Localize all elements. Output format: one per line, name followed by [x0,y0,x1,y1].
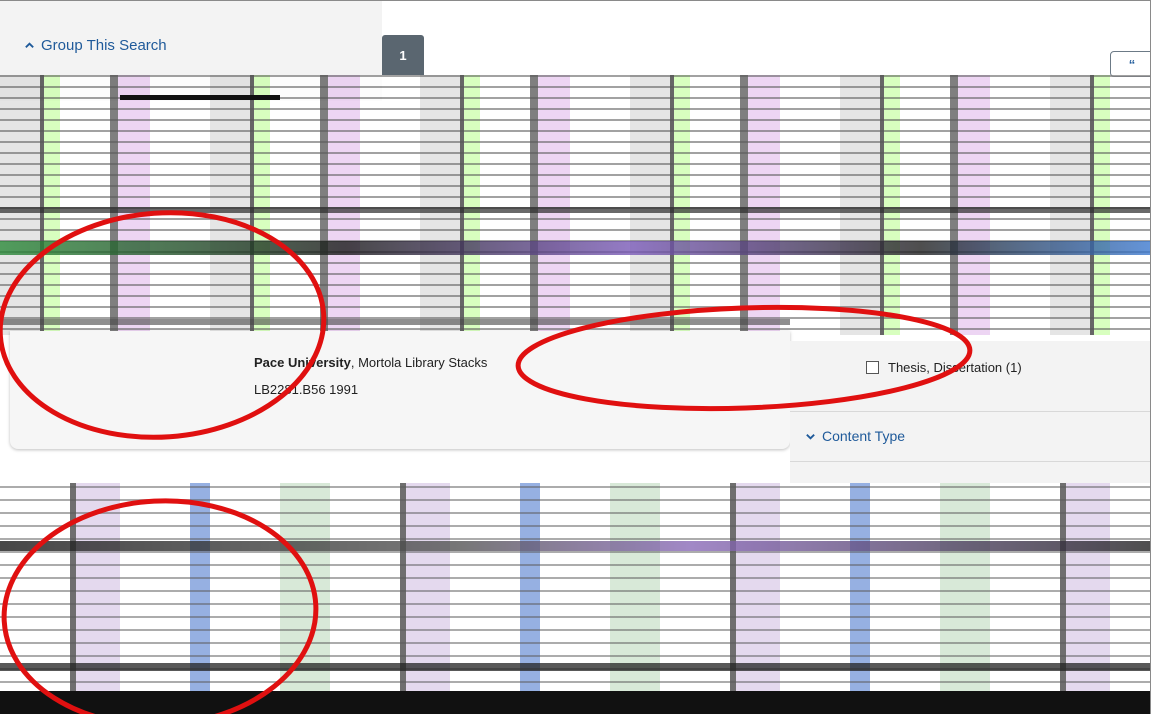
facet-divider [790,461,1150,462]
cite-button[interactable]: “ [1110,51,1150,77]
group-this-search-label: Group This Search [41,37,167,54]
glitch-stripe-4 [0,319,790,325]
search-results-screen: Group This Search 1 “ Pace University, M… [0,0,1151,714]
chevron-up-icon [25,42,34,48]
holding-card [10,331,790,449]
glitch-stripe-6 [0,663,1150,671]
glitch-stripe-2 [0,207,1150,213]
holding-institution: Pace University [254,355,351,370]
group-this-search-toggle[interactable]: Group This Search [24,37,167,54]
resource-type-option-label: Thesis, Dissertation (1) [888,360,1022,375]
glitch-stripe-7 [0,691,1150,714]
checkbox-icon[interactable] [866,361,879,374]
glitch-band-bottom [0,483,1150,714]
facet-divider [790,411,1150,412]
chevron-down-icon [806,433,815,440]
result-number-badge: 1 [382,35,424,75]
glitch-stripe-1 [0,241,1150,255]
content-type-label: Content Type [822,428,906,444]
holding-location: Pace University, Mortola Library Stacks [254,355,487,370]
content-type-toggle[interactable]: Content Type [805,428,905,444]
glitch-stripe-3 [120,95,280,100]
quote-icon: “ [1128,56,1136,72]
holding-location-name: , Mortola Library Stacks [350,355,488,370]
glitch-band-top [0,75,1150,335]
resource-type-option[interactable]: Thesis, Dissertation (1) [866,360,1022,375]
holding-call-number: LB2281.B56 1991 [254,382,359,397]
glitch-stripe-5 [0,541,1150,551]
